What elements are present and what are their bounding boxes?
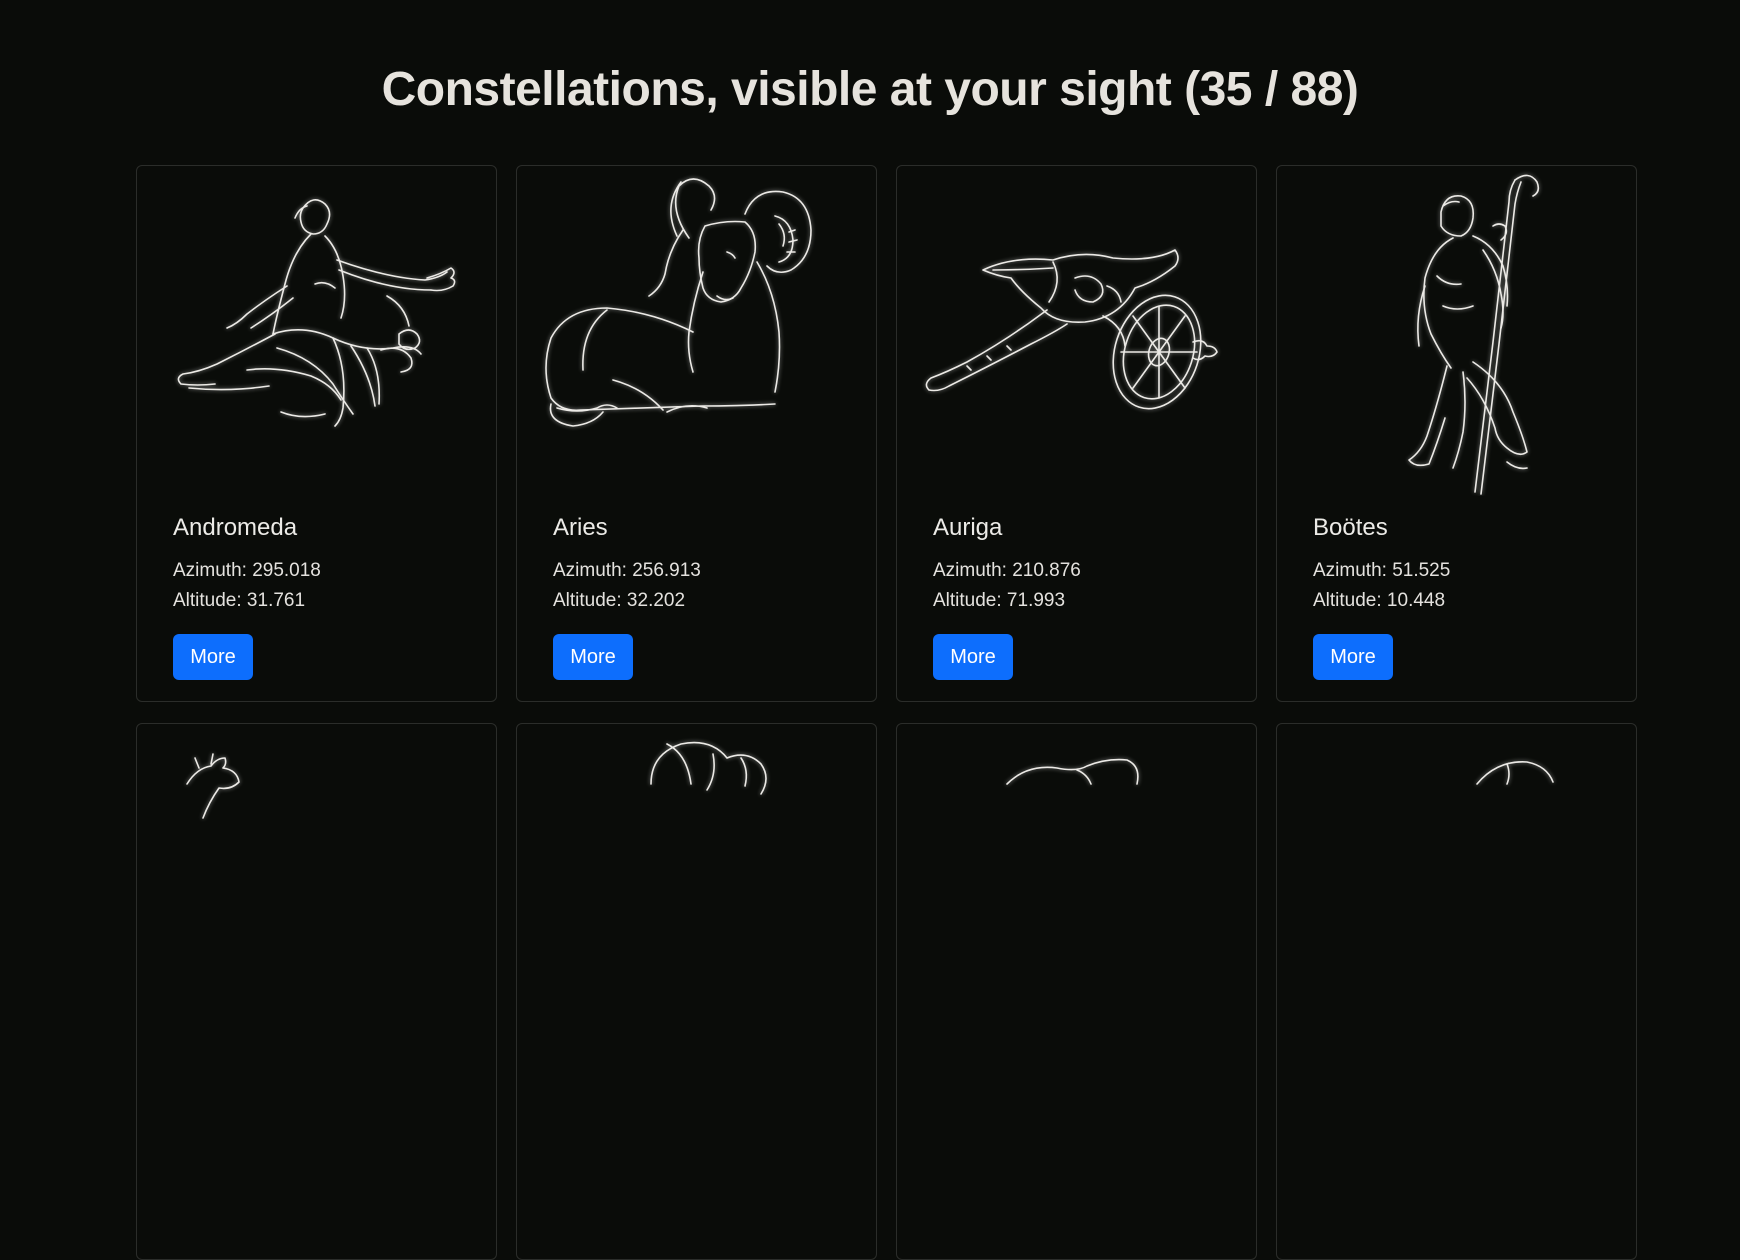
page-title: Constellations, visible at your sight (3… bbox=[381, 63, 1359, 116]
crab-figure-icon bbox=[517, 724, 876, 1054]
andromeda-figure-icon bbox=[137, 166, 496, 496]
constellation-name: Auriga bbox=[933, 514, 1003, 541]
constellation-card-bootes: Boötes Azimuth: 51.525 Altitude: 10.448 … bbox=[1276, 165, 1637, 702]
azimuth-value: Azimuth: 51.525 bbox=[1313, 560, 1451, 581]
herdsman-figure-icon bbox=[1277, 166, 1636, 496]
dog-figure-icon bbox=[897, 724, 1256, 1054]
altitude-value: Altitude: 10.448 bbox=[1313, 590, 1446, 611]
constellation-card-andromeda: Andromeda Azimuth: 295.018 Altitude: 31.… bbox=[136, 165, 497, 702]
constellation-card-partial-4 bbox=[1276, 723, 1637, 1260]
more-button[interactable]: More bbox=[933, 634, 1013, 680]
giraffe-figure-icon bbox=[137, 724, 496, 1054]
constellation-card-aries: Aries Azimuth: 256.913 Altitude: 32.202 … bbox=[516, 165, 877, 702]
ram-figure-icon bbox=[517, 166, 876, 496]
constellation-card-partial-3 bbox=[896, 723, 1257, 1260]
more-button[interactable]: More bbox=[173, 634, 253, 680]
constellation-card-partial-2 bbox=[516, 723, 877, 1260]
animal-figure-icon bbox=[1277, 724, 1636, 1054]
altitude-value: Altitude: 71.993 bbox=[933, 590, 1066, 611]
constellation-grid: Andromeda Azimuth: 295.018 Altitude: 31.… bbox=[136, 165, 1637, 1260]
more-button[interactable]: More bbox=[1313, 634, 1393, 680]
chariot-figure-icon bbox=[897, 166, 1256, 496]
constellation-name: Aries bbox=[553, 514, 608, 541]
azimuth-value: Azimuth: 210.876 bbox=[933, 560, 1081, 581]
azimuth-value: Azimuth: 295.018 bbox=[173, 560, 321, 581]
more-button[interactable]: More bbox=[553, 634, 633, 680]
azimuth-value: Azimuth: 256.913 bbox=[553, 560, 701, 581]
constellation-name: Boötes bbox=[1313, 514, 1388, 541]
constellation-card-auriga: Auriga Azimuth: 210.876 Altitude: 71.993… bbox=[896, 165, 1257, 702]
altitude-value: Altitude: 32.202 bbox=[553, 590, 686, 611]
constellation-card-partial-1 bbox=[136, 723, 497, 1260]
constellation-name: Andromeda bbox=[173, 514, 298, 541]
altitude-value: Altitude: 31.761 bbox=[173, 590, 306, 611]
